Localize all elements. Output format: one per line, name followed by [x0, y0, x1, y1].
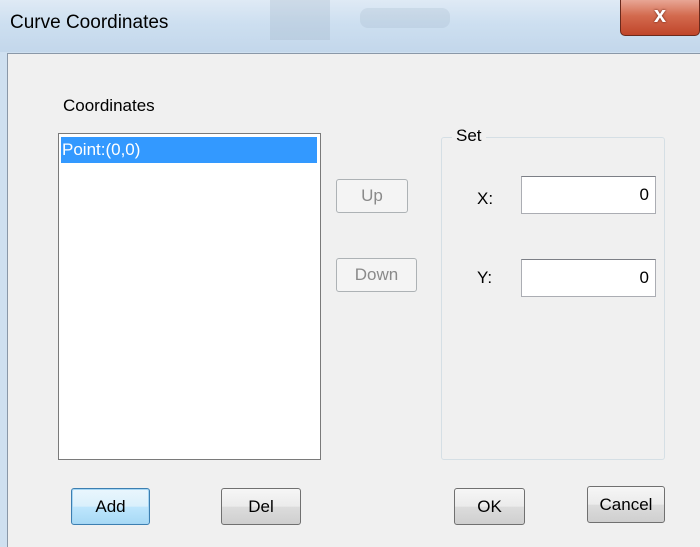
x-label: X: [477, 189, 494, 208]
cancel-button[interactable]: Cancel [587, 486, 665, 523]
close-icon: x [653, 2, 667, 27]
window-title: Curve Coordinates [10, 12, 169, 33]
up-button[interactable]: Up [336, 179, 408, 213]
close-button[interactable]: x [620, 0, 700, 36]
y-input[interactable] [521, 259, 656, 297]
y-label: Y: [477, 268, 493, 287]
coordinates-listbox[interactable]: Point:(0,0) [58, 133, 321, 460]
list-item[interactable]: Point:(0,0) [61, 137, 317, 163]
title-bar: Curve Coordinates x [0, 0, 700, 52]
x-input[interactable] [521, 176, 656, 214]
set-group-title: Set [452, 126, 486, 146]
del-button[interactable]: Del [221, 488, 301, 525]
ok-button[interactable]: OK [454, 488, 525, 525]
down-button[interactable]: Down [336, 258, 417, 292]
add-button[interactable]: Add [71, 488, 150, 525]
coordinates-label: Coordinates [63, 96, 155, 115]
